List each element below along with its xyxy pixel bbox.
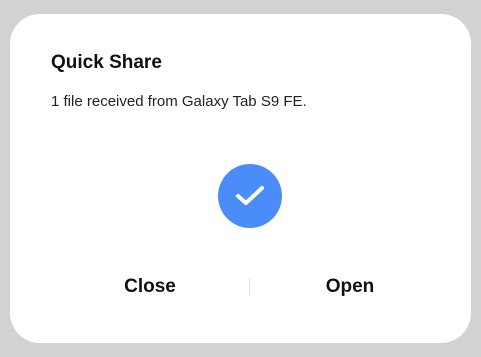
dialog-title: Quick Share <box>51 52 162 73</box>
quick-share-dialog: Quick Share 1 file received from Galaxy … <box>10 14 471 343</box>
checkmark-icon <box>236 186 264 205</box>
dialog-message: 1 file received from Galaxy Tab S9 FE. <box>51 93 307 110</box>
button-divider <box>249 278 250 296</box>
close-button[interactable]: Close <box>110 272 190 302</box>
open-button[interactable]: Open <box>310 272 390 302</box>
checkmark-circle-icon <box>218 164 282 228</box>
